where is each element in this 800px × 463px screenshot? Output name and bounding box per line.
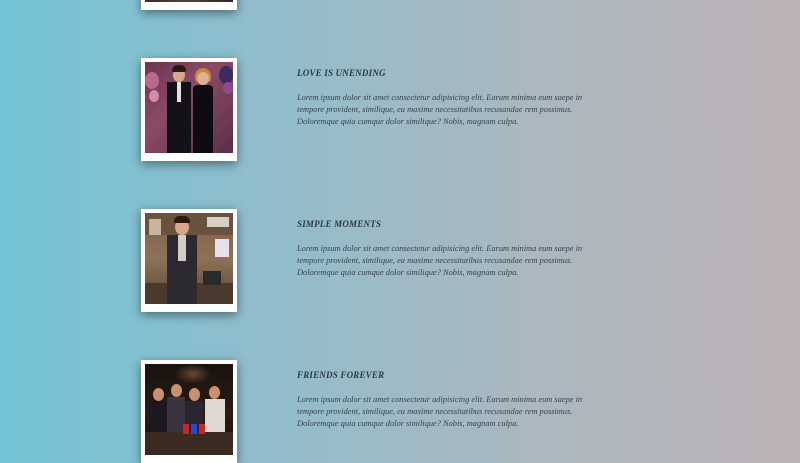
- polaroid-photo-partial: [141, 0, 237, 10]
- polaroid-photo-friends: [141, 360, 237, 463]
- entry-title: FRIENDS FOREVER: [297, 370, 385, 380]
- polaroid-photo-love: [141, 58, 237, 161]
- entry-love-is-unending: LOVE IS UNENDING Lorem ipsum dolor sit a…: [297, 68, 587, 128]
- polaroid-photo-simple: [141, 209, 237, 312]
- entry-text: Lorem ipsum dolor sit amet consectetur a…: [297, 395, 583, 428]
- photo-image: [145, 0, 233, 2]
- couple-photo-image: [145, 62, 233, 153]
- entry-text: Lorem ipsum dolor sit amet consectetur a…: [297, 244, 583, 277]
- entry-simple-moments: SIMPLE MOMENTS Lorem ipsum dolor sit ame…: [297, 219, 587, 279]
- entry-title: SIMPLE MOMENTS: [297, 219, 382, 229]
- entry-title: LOVE IS UNENDING: [297, 68, 386, 78]
- entry-friends-forever: FRIENDS FOREVER Lorem ipsum dolor sit am…: [297, 370, 587, 430]
- entry-text: Lorem ipsum dolor sit amet consectetur a…: [297, 93, 583, 126]
- man-room-photo-image: [145, 213, 233, 304]
- friends-photo-image: [145, 364, 233, 455]
